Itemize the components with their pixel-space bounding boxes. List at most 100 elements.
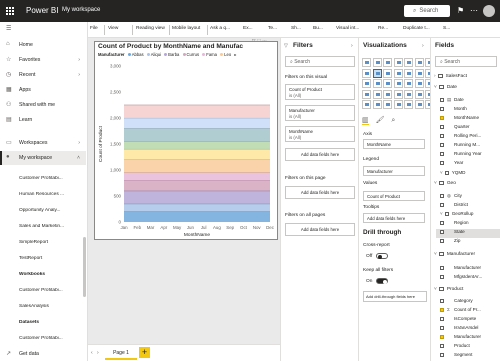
python-visual-icon[interactable] [372,100,382,109]
map-icon[interactable] [404,79,413,88]
nav-scrollbar[interactable] [83,237,86,297]
field-item[interactable]: Region [440,220,469,229]
legend-item[interactable]: Leo [220,52,231,57]
legend-item[interactable]: Aliqui [146,52,161,57]
fields-search[interactable]: ⌕ Search [435,56,497,67]
cross-report-toggle[interactable] [376,253,388,259]
legend-item[interactable]: Abbas [127,52,144,57]
stacked-bar-icon[interactable] [362,58,371,67]
avatar[interactable] [483,5,495,17]
ribbon-explore[interactable]: Ex... [243,26,253,31]
field-item[interactable]: MonthName [440,115,479,124]
nav-collapse[interactable]: ☰ [0,22,86,36]
ribbon-buttons[interactable]: Bu... [313,26,323,31]
field-checkbox[interactable] [440,239,444,243]
field-item[interactable]: Month [440,106,467,115]
nav-item-workspaces[interactable]: ▭ Workspaces › [0,136,86,150]
field-item[interactable]: IsCompete [440,316,476,325]
field-hierarchy[interactable]: ˅ YQMD [440,170,465,179]
field-item[interactable]: Rolling Peri... [440,133,481,142]
ribbon-refresh[interactable]: Re... [378,26,388,31]
field-item[interactable]: Zip [440,238,460,247]
field-checkbox[interactable] [440,161,444,165]
add-page-filter-field[interactable]: Add data fields here [285,186,355,199]
field-item[interactable]: Σ Count of Pr... [440,307,481,316]
keep-filters-toggle[interactable] [376,278,388,284]
field-item[interactable]: Quarter [440,124,470,133]
field-item[interactable]: District [440,202,468,211]
field-item-selected[interactable]: State [436,229,500,238]
card-icon[interactable] [372,89,382,99]
field-checkbox[interactable] [440,221,444,225]
kpi-icon[interactable] [393,89,403,99]
field-checkbox[interactable] [440,194,444,198]
axis-well-field[interactable]: MonthName [363,139,425,149]
legend-more-icon[interactable]: ▸ [234,52,236,57]
add-report-filter-field[interactable]: Add data fields here [285,223,355,236]
ribbon-file[interactable]: File [90,26,98,31]
clustered-bar-icon[interactable] [383,58,392,67]
clustered-column-icon[interactable] [393,58,403,67]
field-item[interactable]: ▤ Date [440,97,464,106]
ribbon-view[interactable]: View [108,26,118,31]
ribbon-ask-question[interactable]: Ask a q... [210,26,230,31]
field-checkbox[interactable] [440,266,444,270]
field-checkbox[interactable] [440,317,444,321]
qa-icon[interactable] [404,100,413,109]
field-item[interactable]: Product [440,343,470,352]
field-checkbox[interactable] [440,299,444,303]
nav-subitem[interactable]: Customer Profitabi... [19,176,83,186]
page-next-icon[interactable]: › [97,350,99,356]
ribbon-save[interactable]: S... [443,26,450,31]
legend-item[interactable]: Currus [182,52,199,57]
line-stacked-column-icon[interactable] [393,68,403,78]
field-table-geo[interactable]: ˅ Geo [434,181,456,191]
stacked-area-chart-icon[interactable] [372,68,382,78]
field-item[interactable]: Segment [440,352,472,361]
ribbon-chart-icon[interactable] [404,68,413,78]
analytics-icon[interactable]: ⌕ [391,117,395,124]
field-checkbox[interactable] [440,326,444,330]
nav-item-my-workspace[interactable]: ● My workspace ˄ [0,151,86,165]
nav-subitem[interactable]: Customer Profitabi... [19,336,83,346]
scatter-icon[interactable] [362,79,371,88]
values-well-field[interactable]: Count of Product [363,191,425,201]
breadcrumb-workspace[interactable]: My workspace [62,7,100,13]
multi-row-card-icon[interactable] [383,89,392,99]
nav-item-home[interactable]: ⌂ Home [0,38,86,52]
field-item[interactable]: Manufacturer [440,265,481,274]
format-paint-icon[interactable]: 🖌 [376,117,385,124]
field-checkbox[interactable] [440,98,444,102]
ribbon-visual-interactions[interactable]: Visual int... [336,26,359,31]
ribbon-text-box[interactable]: Te... [268,26,277,31]
table-icon[interactable] [414,89,424,99]
line-column-icon[interactable] [383,68,392,78]
field-checkbox[interactable] [440,344,444,348]
stacked-column-icon[interactable] [372,58,382,67]
collapse-pane-icon[interactable]: › [422,43,424,49]
nav-item-apps[interactable]: ▦ Apps [0,83,86,97]
field-item[interactable]: Year [440,160,463,169]
field-checkbox[interactable] [440,134,444,138]
filled-map-icon[interactable] [414,79,424,88]
filters-search[interactable]: ⌕ Search [285,56,355,67]
nav-subitem[interactable]: Human Resources ... [19,192,83,202]
100-bar-icon[interactable] [404,58,413,67]
app-launcher-icon[interactable] [6,7,14,15]
field-checkbox[interactable] [440,335,444,339]
nav-subitem[interactable]: SimpleReport [19,240,83,250]
filter-card[interactable]: MonthName is (All) [285,126,355,142]
arcgis-icon[interactable] [414,100,424,109]
key-influencers-icon[interactable] [383,100,392,109]
ribbon-shapes[interactable]: Sh... [291,26,301,31]
pie-icon[interactable] [372,79,382,88]
legend-well-field[interactable]: Manufacturer [363,166,425,176]
field-checkbox[interactable] [440,308,444,312]
nav-subitem[interactable]: SalesAnalysis [19,304,83,314]
nav-item-favorites[interactable]: ☆ Favorites › [0,53,86,67]
nav-subitem[interactable]: Sales and Marketin... [19,224,83,234]
treemap-icon[interactable] [393,79,403,88]
field-table-salesfact[interactable]: › SalesFact [434,74,467,84]
donut-icon[interactable] [383,79,392,88]
field-item[interactable]: Category [440,298,473,307]
